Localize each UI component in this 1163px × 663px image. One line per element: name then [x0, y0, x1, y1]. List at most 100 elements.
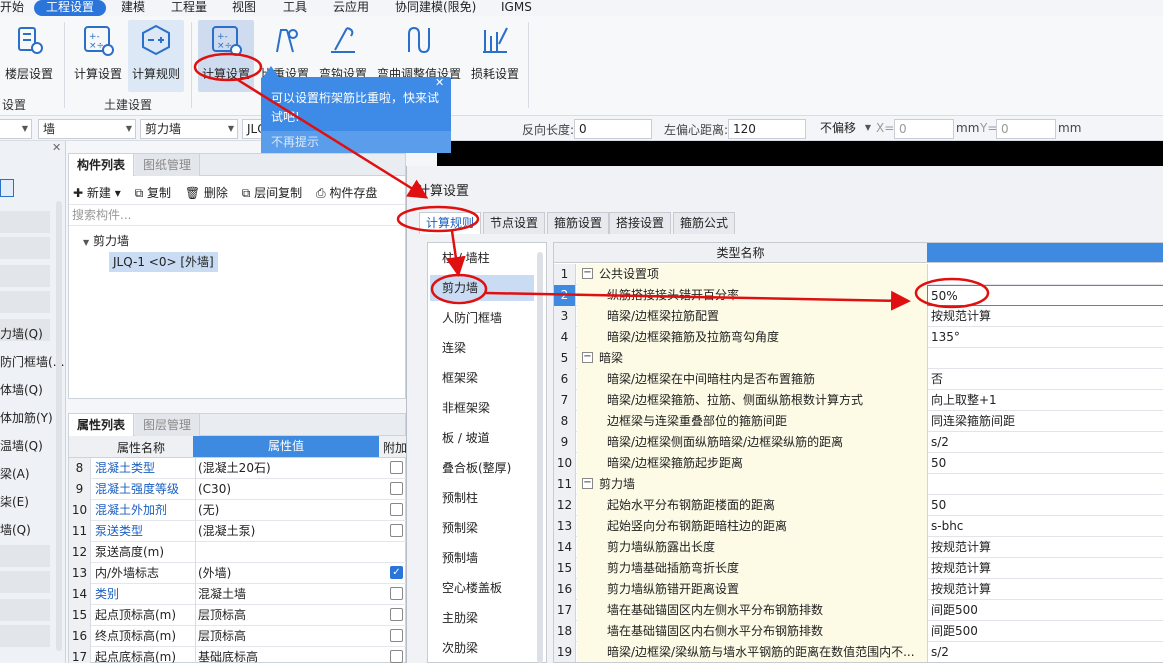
setting-value[interactable]: 同连梁箍筋间距 — [927, 411, 1163, 432]
no-offset-combo[interactable]: 不偏移 ▼ — [816, 119, 874, 139]
sidebar-item-masonry-rebar[interactable]: 体加筋(Y) — [0, 409, 53, 426]
setting-value[interactable] — [927, 474, 1163, 495]
attach-checkbox[interactable]: ✓ — [390, 566, 403, 579]
setting-row[interactable]: 19 暗梁/边框梁/梁纵筋与墙水平钢筋的距离在数值范围内不... s/2 — [554, 642, 1163, 662]
menu-project-settings[interactable]: 工程设置 — [34, 0, 107, 16]
setting-row[interactable]: 12 起始水平分布钢筋距楼面的距离 50 — [554, 495, 1163, 516]
menu-cloud[interactable]: 云应用 — [333, 0, 369, 16]
category-item[interactable]: 预制墙 — [430, 545, 534, 571]
property-value[interactable]: (混凝土20石) — [195, 458, 381, 479]
category-item[interactable]: 柱 / 墙柱 — [430, 245, 534, 271]
setting-row[interactable]: 13 起始竖向分布钢筋距暗柱边的距离 s-bhc — [554, 516, 1163, 537]
tab-calc-rules[interactable]: 计算规则 — [419, 212, 482, 234]
sidebar-item-door-frame-wall[interactable]: 防门框墙(… — [0, 353, 65, 370]
offset-input[interactable]: 120 — [728, 119, 806, 139]
setting-row[interactable]: 15 剪力墙基础插筋弯折长度 按规范计算 — [554, 558, 1163, 579]
scrollbar[interactable] — [537, 252, 543, 663]
setting-value[interactable]: 否 — [927, 369, 1163, 390]
group-row[interactable]: 1− 公共设置项 — [554, 264, 1163, 285]
setting-value[interactable]: 50 — [927, 495, 1163, 516]
sidebar-item-masonry-wall[interactable]: 体墙(Q) — [0, 381, 43, 398]
setting-row[interactable]: 17 墙在基础锚固区内左侧水平分布钢筋排数 间距500 — [554, 600, 1163, 621]
list-item[interactable] — [0, 291, 50, 313]
copy-button[interactable]: ⧉ 复制 — [135, 186, 171, 200]
floor-copy-button[interactable]: ⧉ 层间复制 — [242, 186, 302, 200]
setting-row[interactable]: 7 暗梁/边框梁箍筋、拉筋、侧面纵筋根数计算方式 向上取整+1 — [554, 390, 1163, 411]
element-subtype-combo[interactable]: 剪力墙 ▼ — [140, 119, 238, 139]
sidebar-item-shear-wall[interactable]: 力墙(Q) — [0, 325, 43, 342]
setting-value[interactable]: 间距500 — [927, 621, 1163, 642]
calc-rules-button[interactable]: 计算规则 — [128, 20, 184, 92]
setting-value[interactable]: 50% — [927, 285, 1163, 306]
attach-checkbox[interactable] — [390, 482, 403, 495]
menu-modeling[interactable]: 建模 — [121, 0, 145, 16]
collapse-icon[interactable]: − — [582, 478, 593, 489]
sidebar-item-q[interactable]: 墙(Q) — [0, 521, 31, 538]
menu-tools[interactable]: 工具 — [283, 0, 307, 16]
list-item[interactable] — [0, 545, 50, 567]
category-item[interactable]: 预制梁 — [430, 515, 534, 541]
close-icon[interactable]: ✕ — [435, 76, 444, 89]
scrollbar[interactable] — [56, 201, 62, 651]
list-item[interactable] — [0, 599, 50, 621]
rebar-calc-settings-button[interactable]: +- ×÷ 计算设置 — [198, 20, 254, 92]
list-item[interactable] — [0, 625, 50, 647]
search-input[interactable]: 搜索构件... — [69, 204, 405, 226]
tab-lap-settings[interactable]: 搭接设置 — [609, 212, 672, 234]
category-item[interactable]: 叠合板(整厚) — [430, 455, 534, 481]
menu-start[interactable]: 开始 — [0, 0, 24, 16]
property-row[interactable]: 16 终点顶标高(m) 层顶标高 — [69, 626, 407, 647]
property-row[interactable]: 9 混凝土强度等级 (C30) — [69, 479, 407, 500]
property-row[interactable]: 17 起点底标高(m) 基础底标高 — [69, 647, 407, 663]
list-item[interactable] — [0, 211, 50, 233]
loss-settings-button[interactable]: 损耗设置 — [466, 20, 524, 88]
property-value[interactable]: (无) — [195, 500, 381, 521]
property-row[interactable]: 12 泵送高度(m) — [69, 542, 407, 563]
category-item[interactable]: 人防门框墙 — [430, 305, 534, 331]
list-item[interactable] — [0, 265, 50, 287]
calc-settings-button-civil[interactable]: +- ×÷ 计算设置 — [70, 20, 126, 88]
floor-settings-button[interactable]: 楼层设置 — [0, 20, 58, 88]
attach-checkbox[interactable] — [390, 587, 403, 600]
menu-quantity[interactable]: 工程量 — [171, 0, 207, 16]
category-item[interactable]: 预制柱 — [430, 485, 534, 511]
tree-item-jlq1[interactable]: JLQ-1 <0> [外墙] — [109, 252, 218, 272]
property-value[interactable]: (混凝土泵) — [195, 521, 381, 542]
group-row[interactable]: 11− 剪力墙 — [554, 474, 1163, 495]
property-value[interactable]: 混凝土墙 — [195, 584, 381, 605]
tab-drawing-management[interactable]: 图纸管理 — [135, 154, 201, 176]
category-item[interactable]: 空心楼盖板 — [430, 575, 534, 601]
save-component-button[interactable]: ⎙ 构件存盘 — [316, 186, 377, 200]
menu-collab[interactable]: 协同建模(限免) — [395, 0, 476, 16]
menu-view[interactable]: 视图 — [232, 0, 256, 16]
setting-value[interactable]: 50 — [927, 453, 1163, 474]
tab-component-list[interactable]: 构件列表 — [69, 154, 135, 176]
setting-row[interactable]: 18 墙在基础锚固区内右侧水平分布钢筋排数 间距500 — [554, 621, 1163, 642]
setting-value[interactable]: s/2 — [927, 432, 1163, 453]
setting-value[interactable]: 135° — [927, 327, 1163, 348]
category-item[interactable]: 连梁 — [430, 335, 534, 361]
tab-stirrup-formula[interactable]: 箍筋公式 — [673, 212, 736, 234]
y-input[interactable]: 0 — [996, 119, 1056, 139]
setting-value[interactable] — [927, 348, 1163, 369]
tab-property-list[interactable]: 属性列表 — [69, 414, 135, 436]
combo-left[interactable]: ▼ — [0, 119, 32, 139]
menu-igms[interactable]: IGMS — [501, 0, 532, 16]
property-row[interactable]: 14 类别 混凝土墙 — [69, 584, 407, 605]
element-type-combo[interactable]: 墙 ▼ — [38, 119, 136, 139]
setting-value[interactable]: 按规范计算 — [927, 306, 1163, 327]
attach-checkbox[interactable] — [390, 650, 403, 663]
collapse-icon[interactable]: − — [582, 268, 593, 279]
tab-stirrup-settings[interactable]: 箍筋设置 — [547, 212, 610, 234]
property-row[interactable]: 8 混凝土类型 (混凝土20石) — [69, 458, 407, 479]
category-item[interactable]: 次肋梁 — [430, 635, 534, 661]
property-row[interactable]: 10 混凝土外加剂 (无) — [69, 500, 407, 521]
property-value[interactable] — [195, 542, 381, 563]
sidebar-item-beam[interactable]: 梁(A) — [0, 465, 30, 482]
attach-checkbox[interactable] — [390, 629, 403, 642]
attach-checkbox[interactable] — [390, 461, 403, 474]
property-row[interactable]: 13 内/外墙标志 (外墙) ✓ — [69, 563, 407, 584]
setting-value[interactable]: s-bhc — [927, 516, 1163, 537]
sidebar-item-insulation-wall[interactable]: 温墙(Q) — [0, 437, 43, 454]
setting-row[interactable]: 2 纵筋搭接接头错开百分率 50% — [554, 285, 1163, 306]
